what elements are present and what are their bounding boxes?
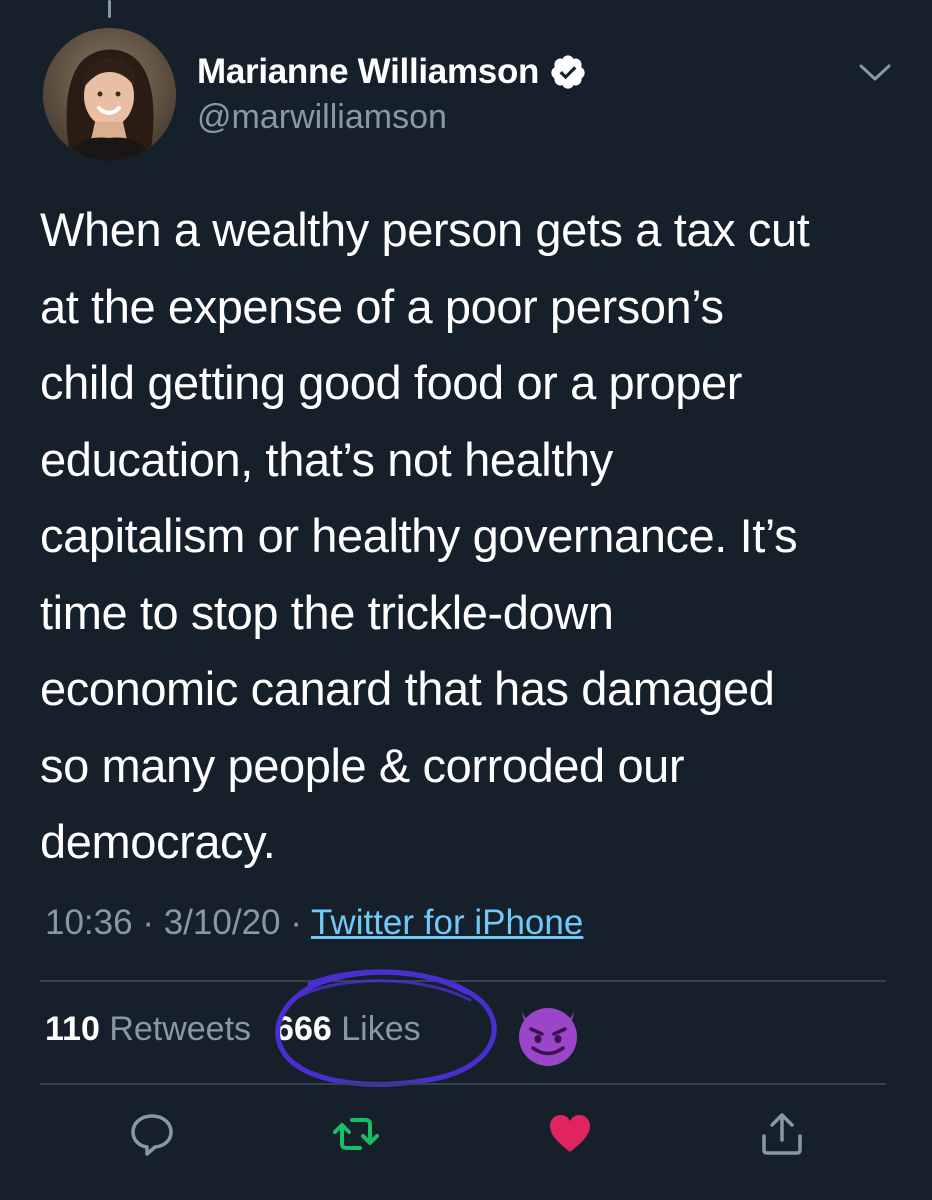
likes-label: Likes [341, 1010, 421, 1048]
like-icon[interactable] [546, 1110, 594, 1158]
likes-count: 666 [275, 1010, 332, 1048]
tweet-date: 3/10/20 [163, 903, 281, 942]
chevron-down-icon[interactable] [857, 58, 893, 86]
divider [40, 1083, 886, 1085]
retweets-stat[interactable]: 110 Retweets [45, 1010, 251, 1049]
tweet-detail: Marianne Williamson @marwilliamson When … [0, 0, 932, 1200]
retweets-label: Retweets [109, 1010, 252, 1048]
retweets-count: 110 [45, 1010, 100, 1048]
tweet-time: 10:36 [45, 903, 133, 942]
tweet-body-text: When a wealthy person gets a tax cut at … [40, 203, 810, 868]
thread-connector-line [108, 0, 111, 18]
meta-separator: · [142, 903, 154, 942]
share-icon[interactable] [758, 1110, 806, 1158]
avatar[interactable] [43, 28, 176, 161]
tweet-action-bar [0, 1110, 932, 1170]
author-name-row: Marianne Williamson [197, 50, 587, 94]
likes-stat[interactable]: 666 Likes [275, 1010, 421, 1049]
profile-photo-icon [43, 28, 176, 161]
tweet-source-link[interactable]: Twitter for iPhone [311, 903, 583, 942]
tweet-timestamp-row: 10:36 · 3/10/20 · Twitter for iPhone [45, 903, 583, 943]
tweet-stats: 110 Retweets 666 Likes [45, 1010, 445, 1049]
retweet-icon[interactable] [332, 1110, 380, 1158]
tweet-author[interactable]: Marianne Williamson @marwilliamson [197, 50, 587, 137]
meta-separator: · [290, 903, 302, 942]
verified-badge-icon [551, 55, 585, 89]
reply-icon[interactable] [128, 1110, 176, 1158]
author-display-name[interactable]: Marianne Williamson [197, 52, 539, 92]
divider [40, 980, 886, 982]
author-handle[interactable]: @marwilliamson [197, 98, 587, 137]
smiling-face-with-horns-icon [519, 1001, 577, 1066]
